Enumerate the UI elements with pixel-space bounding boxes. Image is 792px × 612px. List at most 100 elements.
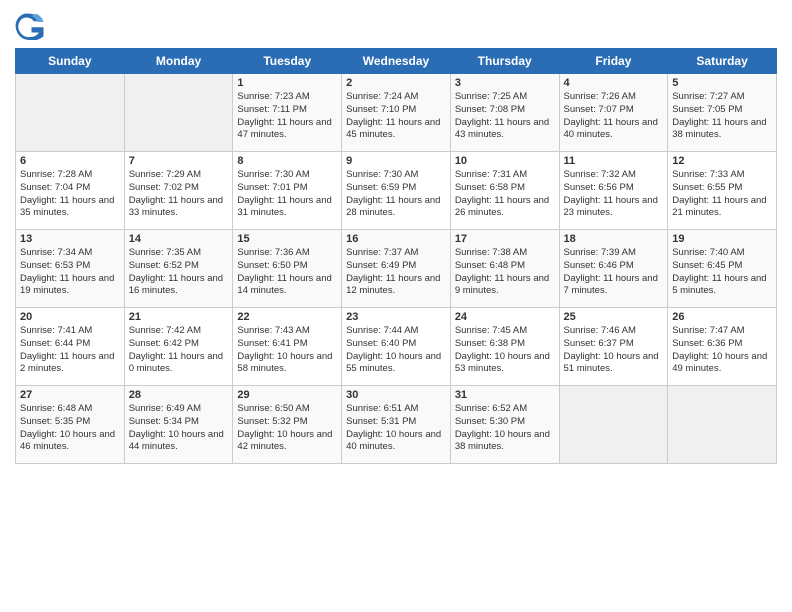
day-number: 15 — [237, 233, 337, 245]
calendar-week-row: 1Sunrise: 7:23 AM Sunset: 7:11 PM Daylig… — [16, 74, 777, 152]
day-info: Sunrise: 7:45 AM Sunset: 6:38 PM Dayligh… — [455, 325, 555, 376]
day-info: Sunrise: 7:29 AM Sunset: 7:02 PM Dayligh… — [129, 169, 229, 220]
day-number: 8 — [237, 155, 337, 167]
calendar-cell: 28Sunrise: 6:49 AM Sunset: 5:34 PM Dayli… — [124, 386, 233, 464]
day-info: Sunrise: 7:44 AM Sunset: 6:40 PM Dayligh… — [346, 325, 446, 376]
calendar-cell: 20 Sunrise: 7:41 AM Sunset: 6:44 PM Dayli… — [16, 308, 125, 386]
day-info: Sunrise: 7:30 AM Sunset: 6:59 PM Dayligh… — [346, 169, 446, 220]
day-info: Sunrise: 6:50 AM Sunset: 5:32 PM Dayligh… — [237, 403, 337, 454]
day-number: 19 — [672, 233, 772, 245]
day-info: Sunrise: 7:23 AM Sunset: 7:11 PM Dayligh… — [237, 91, 337, 142]
day-number: 14 — [129, 233, 229, 245]
calendar-day-header: Monday — [124, 49, 233, 74]
day-info: Sunrise: 7:42 AM Sunset: 6:42 PM Dayligh… — [129, 325, 229, 376]
calendar-cell: 2 Sunrise: 7:24 AM Sunset: 7:10 PM Daylig… — [342, 74, 451, 152]
calendar-cell: 10Sunrise: 7:31 AM Sunset: 6:58 PM Dayli… — [450, 152, 559, 230]
calendar-cell: 7 Sunrise: 7:29 AM Sunset: 7:02 PM Daylig… — [124, 152, 233, 230]
day-info: Sunrise: 7:35 AM Sunset: 6:52 PM Dayligh… — [129, 247, 229, 298]
day-info: Sunrise: 7:25 AM Sunset: 7:08 PM Dayligh… — [455, 91, 555, 142]
calendar-day-header: Friday — [559, 49, 668, 74]
calendar-cell: 9 Sunrise: 7:30 AM Sunset: 6:59 PM Daylig… — [342, 152, 451, 230]
day-number: 5 — [672, 77, 772, 89]
calendar-cell: 18 Sunrise: 7:39 AM Sunset: 6:46 PM Dayli… — [559, 230, 668, 308]
day-number: 21 — [129, 311, 229, 323]
day-number: 4 — [564, 77, 664, 89]
calendar-cell — [124, 74, 233, 152]
day-number: 12 — [672, 155, 772, 167]
calendar-table: SundayMondayTuesdayWednesdayThursdayFrid… — [15, 48, 777, 464]
calendar-cell: 6 Sunrise: 7:28 AM Sunset: 7:04 PM Daylig… — [16, 152, 125, 230]
day-info: Sunrise: 6:49 AM Sunset: 5:34 PM Dayligh… — [129, 403, 229, 454]
day-info: Sunrise: 7:24 AM Sunset: 7:10 PM Dayligh… — [346, 91, 446, 142]
calendar-week-row: 20 Sunrise: 7:41 AM Sunset: 6:44 PM Dayli… — [16, 308, 777, 386]
day-info: Sunrise: 7:39 AM Sunset: 6:46 PM Dayligh… — [564, 247, 664, 298]
day-info: Sunrise: 6:48 AM Sunset: 5:35 PM Dayligh… — [20, 403, 120, 454]
header — [15, 10, 777, 40]
page-container: SundayMondayTuesdayWednesdayThursdayFrid… — [0, 0, 792, 474]
calendar-cell: 21 Sunrise: 7:42 AM Sunset: 6:42 PM Dayli… — [124, 308, 233, 386]
day-info: Sunrise: 7:40 AM Sunset: 6:45 PM Dayligh… — [672, 247, 772, 298]
day-number: 18 — [564, 233, 664, 245]
calendar-day-header: Tuesday — [233, 49, 342, 74]
logo-icon — [15, 10, 45, 40]
calendar-cell: 14 Sunrise: 7:35 AM Sunset: 6:52 PM Dayli… — [124, 230, 233, 308]
day-number: 22 — [237, 311, 337, 323]
day-info: Sunrise: 7:38 AM Sunset: 6:48 PM Dayligh… — [455, 247, 555, 298]
day-number: 29 — [237, 389, 337, 401]
day-number: 24 — [455, 311, 555, 323]
day-number: 7 — [129, 155, 229, 167]
day-info: Sunrise: 7:31 AM Sunset: 6:58 PM Dayligh… — [455, 169, 555, 220]
day-info: Sunrise: 7:47 AM Sunset: 6:36 PM Dayligh… — [672, 325, 772, 376]
calendar-cell: 12 Sunrise: 7:33 AM Sunset: 6:55 PM Dayli… — [668, 152, 777, 230]
calendar-cell: 16 Sunrise: 7:37 AM Sunset: 6:49 PM Dayli… — [342, 230, 451, 308]
day-number: 17 — [455, 233, 555, 245]
day-info: Sunrise: 7:41 AM Sunset: 6:44 PM Dayligh… — [20, 325, 120, 376]
day-number: 26 — [672, 311, 772, 323]
calendar-cell: 22 Sunrise: 7:43 AM Sunset: 6:41 PM Dayli… — [233, 308, 342, 386]
day-number: 3 — [455, 77, 555, 89]
day-number: 16 — [346, 233, 446, 245]
day-info: Sunrise: 7:33 AM Sunset: 6:55 PM Dayligh… — [672, 169, 772, 220]
day-number: 9 — [346, 155, 446, 167]
calendar-cell: 24 Sunrise: 7:45 AM Sunset: 6:38 PM Dayli… — [450, 308, 559, 386]
day-info: Sunrise: 7:30 AM Sunset: 7:01 PM Dayligh… — [237, 169, 337, 220]
day-info: Sunrise: 7:43 AM Sunset: 6:41 PM Dayligh… — [237, 325, 337, 376]
day-number: 2 — [346, 77, 446, 89]
day-number: 13 — [20, 233, 120, 245]
calendar-cell: 31 Sunrise: 6:52 AM Sunset: 5:30 PM Dayli… — [450, 386, 559, 464]
day-number: 20 — [20, 311, 120, 323]
calendar-cell: 23 Sunrise: 7:44 AM Sunset: 6:40 PM Dayli… — [342, 308, 451, 386]
calendar-cell: 4 Sunrise: 7:26 AM Sunset: 7:07 PM Daylig… — [559, 74, 668, 152]
calendar-cell: 17 Sunrise: 7:38 AM Sunset: 6:48 PM Dayli… — [450, 230, 559, 308]
day-info: Sunrise: 6:51 AM Sunset: 5:31 PM Dayligh… — [346, 403, 446, 454]
calendar-cell: 27 Sunrise: 6:48 AM Sunset: 5:35 PM Dayli… — [16, 386, 125, 464]
calendar-cell — [16, 74, 125, 152]
day-info: Sunrise: 7:27 AM Sunset: 7:05 PM Dayligh… — [672, 91, 772, 142]
day-number: 6 — [20, 155, 120, 167]
calendar-cell: 1Sunrise: 7:23 AM Sunset: 7:11 PM Daylig… — [233, 74, 342, 152]
calendar-header-row: SundayMondayTuesdayWednesdayThursdayFrid… — [16, 49, 777, 74]
day-number: 27 — [20, 389, 120, 401]
calendar-week-row: 27 Sunrise: 6:48 AM Sunset: 5:35 PM Dayli… — [16, 386, 777, 464]
calendar-cell: 15Sunrise: 7:36 AM Sunset: 6:50 PM Dayli… — [233, 230, 342, 308]
calendar-week-row: 13 Sunrise: 7:34 AM Sunset: 6:53 PM Dayli… — [16, 230, 777, 308]
day-number: 31 — [455, 389, 555, 401]
day-number: 11 — [564, 155, 664, 167]
calendar-cell: 8 Sunrise: 7:30 AM Sunset: 7:01 PM Daylig… — [233, 152, 342, 230]
day-info: Sunrise: 6:52 AM Sunset: 5:30 PM Dayligh… — [455, 403, 555, 454]
calendar-cell: 29 Sunrise: 6:50 AM Sunset: 5:32 PM Dayli… — [233, 386, 342, 464]
day-number: 30 — [346, 389, 446, 401]
day-info: Sunrise: 7:26 AM Sunset: 7:07 PM Dayligh… — [564, 91, 664, 142]
day-info: Sunrise: 7:37 AM Sunset: 6:49 PM Dayligh… — [346, 247, 446, 298]
calendar-cell: 30 Sunrise: 6:51 AM Sunset: 5:31 PM Dayli… — [342, 386, 451, 464]
day-info: Sunrise: 7:28 AM Sunset: 7:04 PM Dayligh… — [20, 169, 120, 220]
calendar-day-header: Sunday — [16, 49, 125, 74]
calendar-cell — [668, 386, 777, 464]
day-number: 25 — [564, 311, 664, 323]
day-info: Sunrise: 7:34 AM Sunset: 6:53 PM Dayligh… — [20, 247, 120, 298]
calendar-cell: 5 Sunrise: 7:27 AM Sunset: 7:05 PM Daylig… — [668, 74, 777, 152]
day-number: 23 — [346, 311, 446, 323]
calendar-cell: 19 Sunrise: 7:40 AM Sunset: 6:45 PM Dayli… — [668, 230, 777, 308]
calendar-cell: 11Sunrise: 7:32 AM Sunset: 6:56 PM Dayli… — [559, 152, 668, 230]
calendar-cell: 26 Sunrise: 7:47 AM Sunset: 6:36 PM Dayli… — [668, 308, 777, 386]
